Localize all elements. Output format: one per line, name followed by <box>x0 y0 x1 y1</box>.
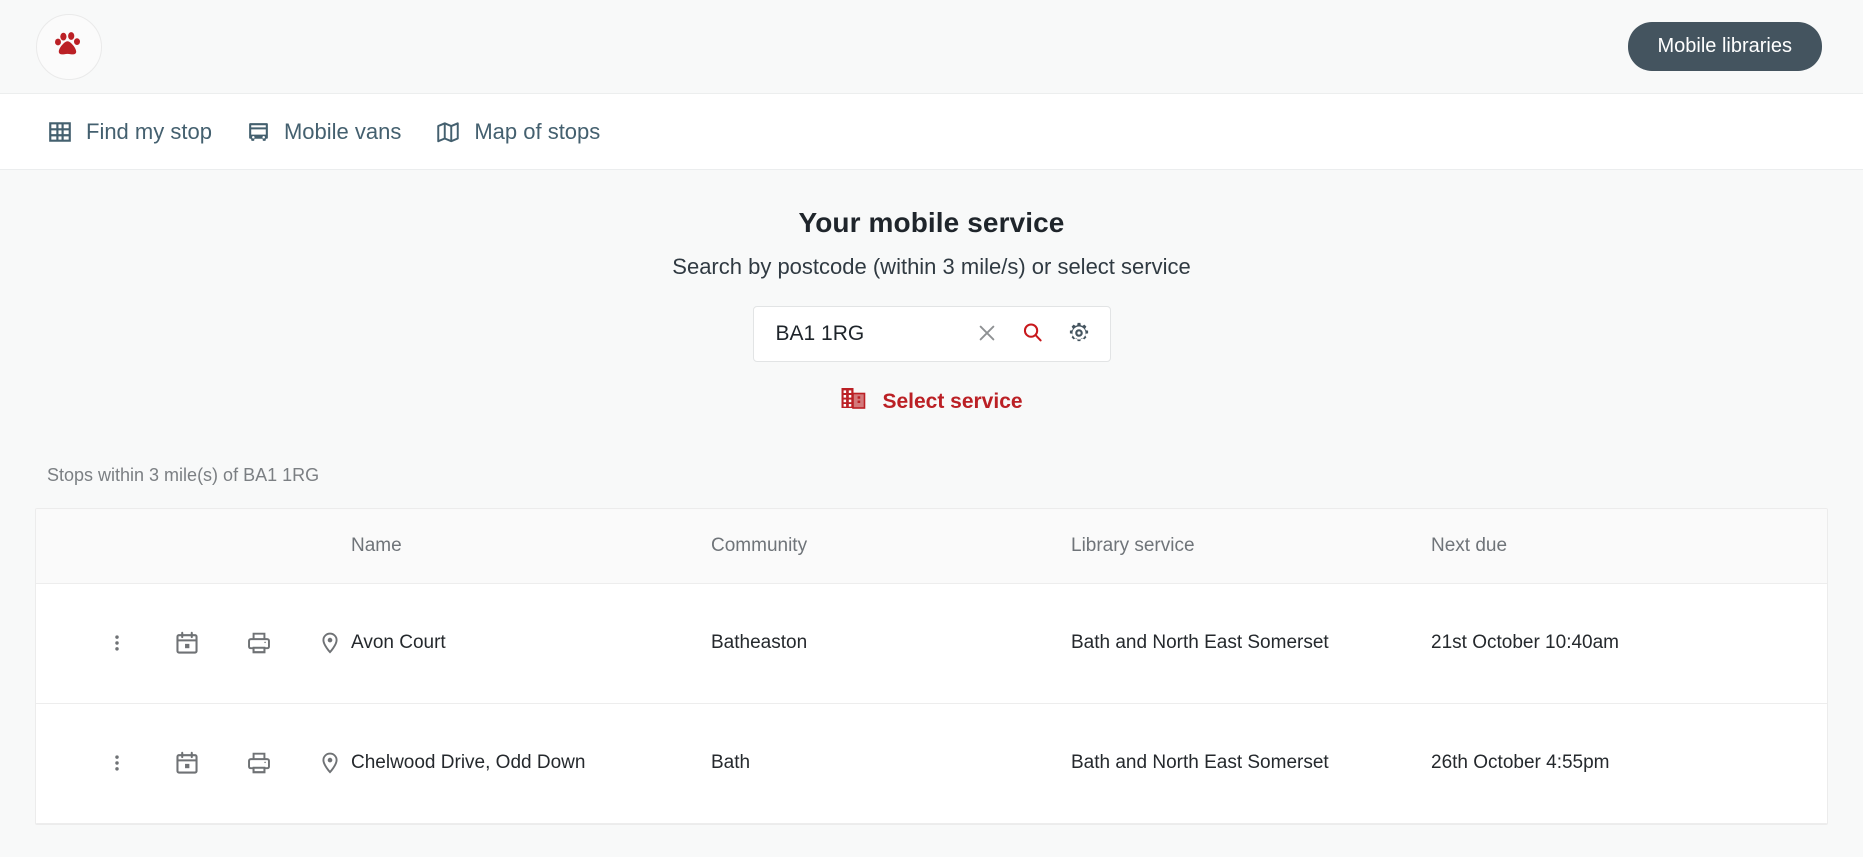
table-row[interactable]: Avon Court Batheaston Bath and North Eas… <box>36 583 1827 703</box>
print-icon[interactable] <box>246 750 272 776</box>
column-header-name: Name <box>351 534 402 556</box>
nav-label: Mobile vans <box>283 118 402 144</box>
more-vertical-icon[interactable] <box>106 632 128 654</box>
search-input[interactable] <box>775 322 970 346</box>
map-icon <box>435 119 461 145</box>
calendar-icon[interactable] <box>174 750 200 776</box>
cell-library-service: Bath and North East Somerset <box>1071 632 1329 653</box>
column-header-actions <box>36 509 351 583</box>
cell-next-due: 21st October 10:40am <box>1431 632 1619 653</box>
paw-print-icon <box>52 27 86 66</box>
nav-label: Map of stops <box>474 118 601 144</box>
clear-search-button[interactable] <box>970 317 1004 351</box>
page-subtitle: Search by postcode (within 3 mile/s) or … <box>672 254 1191 279</box>
mobile-libraries-button[interactable]: Mobile libraries <box>1627 22 1822 71</box>
cell-name: Avon Court <box>351 632 446 653</box>
nav-item-find-my-stop[interactable]: Find my stop <box>47 119 212 145</box>
nav-item-map-of-stops[interactable]: Map of stops <box>435 119 600 145</box>
table-row[interactable]: Chelwood Drive, Odd Down Bath Bath and N… <box>36 703 1827 823</box>
gear-icon <box>1067 321 1091 348</box>
nav-item-mobile-vans[interactable]: Mobile vans <box>246 119 401 145</box>
cell-name: Chelwood Drive, Odd Down <box>351 752 586 773</box>
results-caption: Stops within 3 mile(s) of BA1 1RG <box>47 465 320 485</box>
main-navigation: Find my stop Mobile vans Map of stops <box>0 94 1863 170</box>
cell-community: Bath <box>711 752 751 773</box>
top-header: Mobile libraries <box>0 0 1863 94</box>
select-service-link[interactable]: Select service <box>840 386 1023 418</box>
close-icon <box>976 322 998 347</box>
cell-next-due: 26th October 4:55pm <box>1431 752 1610 773</box>
more-vertical-icon[interactable] <box>106 752 128 774</box>
location-pin-icon[interactable] <box>318 631 342 655</box>
column-header-library-service: Library service <box>1071 534 1195 556</box>
column-header-next-due: Next due <box>1431 534 1508 556</box>
cell-community: Batheaston <box>711 632 808 653</box>
grid-icon <box>47 119 73 145</box>
column-header-community: Community <box>711 534 808 556</box>
calendar-icon[interactable] <box>174 630 200 656</box>
search-settings-button[interactable] <box>1062 317 1096 351</box>
building-icon <box>840 386 866 418</box>
search-button[interactable] <box>1016 317 1050 351</box>
nav-label: Find my stop <box>86 118 212 144</box>
select-service-label: Select service <box>882 390 1023 413</box>
select-service-section: Select service <box>0 386 1863 418</box>
print-icon[interactable] <box>246 630 272 656</box>
location-pin-icon[interactable] <box>318 751 342 775</box>
search-icon <box>1021 321 1044 347</box>
row-actions-cell <box>36 583 351 703</box>
search-box <box>752 306 1111 362</box>
main-content: Your mobile service Search by postcode (… <box>0 170 1863 857</box>
stops-table: Name Community Library service Next due <box>36 509 1827 824</box>
page-title: Your mobile service <box>798 207 1065 238</box>
stops-table-card: Name Community Library service Next due <box>35 508 1828 825</box>
logo[interactable] <box>36 13 102 80</box>
cell-library-service: Bath and North East Somerset <box>1071 752 1329 773</box>
table-header-row: Name Community Library service Next due <box>36 509 1827 583</box>
bus-icon <box>246 119 271 144</box>
row-actions-cell <box>36 703 351 823</box>
search-section <box>0 306 1863 362</box>
